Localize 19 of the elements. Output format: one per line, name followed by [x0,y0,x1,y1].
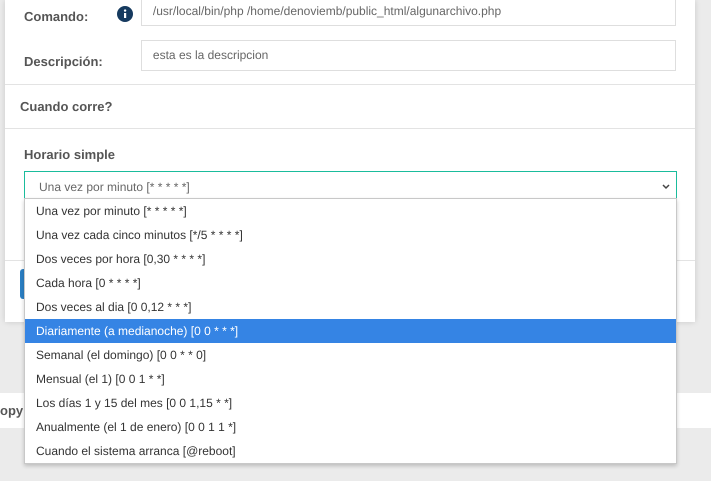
dropdown-option[interactable]: Semanal (el domingo) [0 0 * * 0] [25,343,676,367]
text-field[interactable]: esta es la descripcion [140,40,676,70]
field-label: Descripción: [24,52,103,71]
dropdown-option[interactable]: Anualmente (el 1 de enero) [0 0 1 1 *] [25,415,676,439]
footer-text: opy [0,402,24,420]
text-field[interactable]: /usr/local/bin/php /home/denoviemb/public_html/algunarchivo.php [140,0,676,26]
dropdown-option[interactable]: Una vez por minuto [* * * * *] [25,199,676,223]
section-title: Cuando corre? [20,98,112,116]
dropdown-option[interactable]: Dos veces al dia [0 0,12 * * *] [25,295,676,319]
dropdown-option[interactable]: Cuando el sistema arranca [@reboot] [25,439,676,463]
chevron-down-icon [662,184,670,190]
dropdown-option[interactable]: Mensual (el 1) [0 0 1 * *] [25,367,676,391]
dropdown-option[interactable]: Una vez cada cinco minutos [*/5 * * * *] [25,223,676,247]
schedule-label: Horario simple [24,147,116,162]
dropdown-option[interactable]: Cada hora [0 * * * *] [25,271,676,295]
dropdown-option[interactable]: Diariamente (a medianoche) [0 0 * * *] [25,319,676,343]
dropdown-option[interactable]: Los días 1 y 15 del mes [0 0 1,15 * *] [25,391,676,415]
dropdown-option[interactable]: Dos veces por hora [0,30 * * * *] [25,247,676,271]
field-label: Comando: [24,8,88,26]
